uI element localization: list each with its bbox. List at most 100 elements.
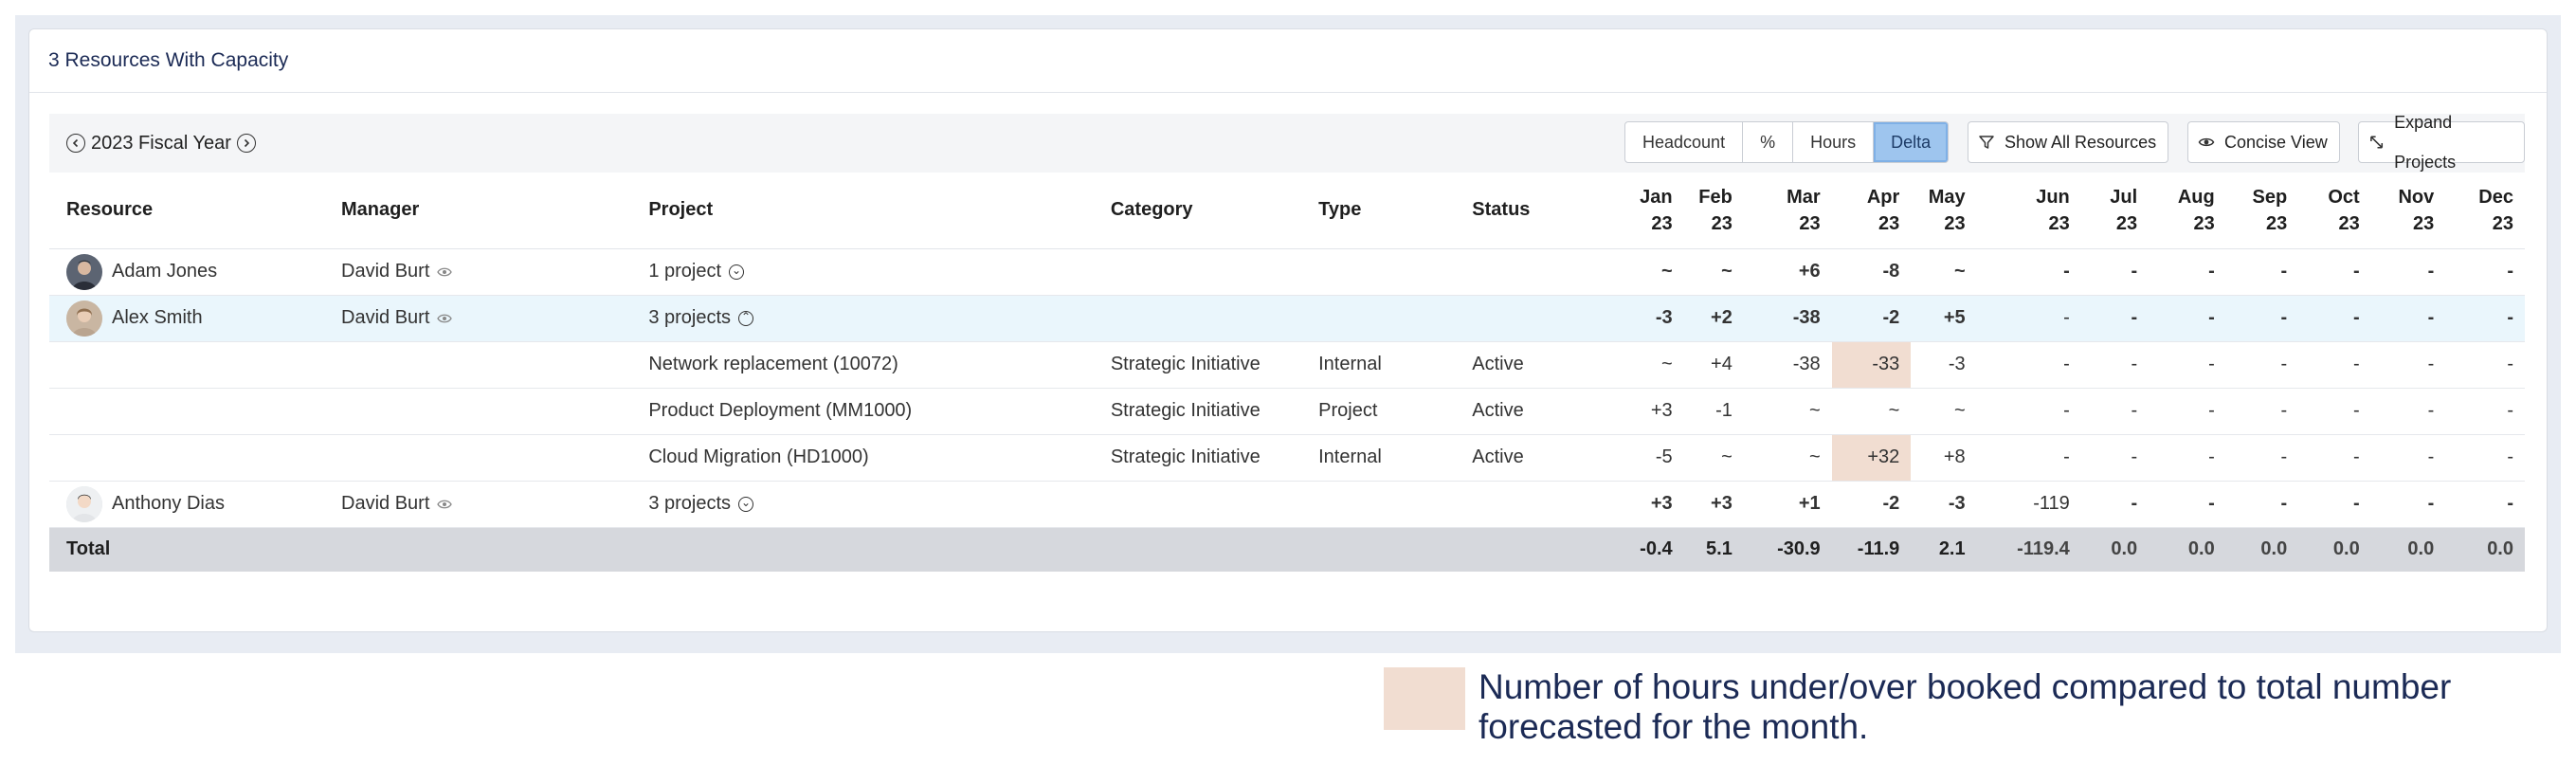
month-value: +2: [1683, 295, 1744, 342]
category-cell: Strategic Initiative: [1110, 388, 1319, 435]
month-year: 23: [2338, 212, 2360, 234]
month-value: -: [2370, 481, 2446, 528]
month-value: -1: [1683, 388, 1744, 435]
category-cell: Strategic Initiative: [1110, 341, 1319, 389]
month-value: -: [2370, 295, 2446, 342]
month-name: Jan: [1640, 186, 1673, 208]
month-value: -: [2225, 248, 2299, 296]
resource-cell: [49, 434, 341, 482]
project-name[interactable]: 3 projects: [648, 307, 731, 328]
view-manager-eye-icon[interactable]: [437, 499, 453, 510]
month-value: -3: [1911, 481, 1977, 528]
col-resource[interactable]: Resource: [49, 173, 341, 249]
mode-button-delta[interactable]: Delta: [1874, 122, 1949, 162]
project-row[interactable]: Network replacement (10072) Strategic Ini…: [49, 341, 2525, 389]
col-manager[interactable]: Manager: [341, 173, 649, 249]
resource-cell: Adam Jones: [49, 248, 341, 296]
month-value: -: [2445, 341, 2525, 389]
mode-button-hours[interactable]: Hours: [1793, 122, 1875, 162]
mode-button-headcount[interactable]: Headcount: [1625, 122, 1744, 162]
col-month[interactable]: Jul 23: [2080, 173, 2150, 249]
col-month[interactable]: Feb 23: [1683, 173, 1744, 249]
total-value: 0.0: [2298, 527, 2371, 572]
month-value: -: [2080, 388, 2150, 435]
month-value: -: [2149, 481, 2226, 528]
month-value: ~: [1911, 248, 1977, 296]
status-cell: [1472, 295, 1600, 342]
view-manager-eye-icon[interactable]: [437, 313, 453, 324]
month-name: Feb: [1698, 186, 1732, 208]
project-name[interactable]: 3 projects: [648, 493, 731, 514]
col-month[interactable]: Mar 23: [1743, 173, 1832, 249]
col-month[interactable]: Dec 23: [2445, 173, 2525, 249]
expand-projects-icon[interactable]: ⌄: [738, 496, 754, 512]
manager-cell: [341, 388, 649, 435]
col-type[interactable]: Type: [1318, 173, 1473, 249]
project-cell: Network replacement (10072): [648, 341, 1111, 389]
next-year-icon[interactable]: [236, 134, 256, 153]
col-month[interactable]: May 23: [1911, 173, 1977, 249]
avatar: [66, 300, 102, 337]
expand-projects-button[interactable]: Expand Projects: [2358, 113, 2525, 172]
project-cell: Cloud Migration (HD1000): [648, 434, 1111, 482]
month-value: -: [2225, 481, 2299, 528]
resource-row[interactable]: Alex Smith David Burt 3 projects ⌃ -3 +2 -38 -2…: [49, 295, 2525, 342]
month-value: -: [2149, 248, 2226, 296]
month-value: -: [2149, 434, 2226, 482]
month-value: -: [2080, 434, 2150, 482]
show-all-resources-button[interactable]: Show All Resources: [1968, 121, 2169, 163]
month-value: -: [2370, 434, 2446, 482]
col-month[interactable]: Jun 23: [1976, 173, 2081, 249]
resource-name[interactable]: Alex Smith: [112, 307, 203, 329]
resource-row[interactable]: Adam Jones David Burt 1 project ⌄ ~ ~ +6 -8 ~ - - -…: [49, 248, 2525, 296]
month-value: ~: [1599, 341, 1684, 389]
total-value: 0.0: [2225, 527, 2299, 572]
col-month[interactable]: Aug 23: [2149, 173, 2226, 249]
expand-projects-icon[interactable]: ⌄: [729, 264, 745, 280]
report-panel: 3 Resources With Capacity 2023 Fiscal Ye…: [15, 15, 2561, 653]
resource-name[interactable]: Anthony Dias: [112, 493, 225, 515]
concise-view-button[interactable]: Concise View: [2187, 121, 2340, 163]
project-cell: 3 projects ⌃: [648, 295, 1111, 342]
month-name: Nov: [2398, 186, 2435, 208]
capacity-table: Resource Manager Project Category Type S…: [49, 173, 2525, 572]
month-value: -: [2225, 434, 2299, 482]
month-name: Sep: [2252, 186, 2288, 208]
month-value: +3: [1599, 388, 1684, 435]
month-value: -: [2445, 295, 2525, 342]
month-name: May: [1928, 186, 1966, 208]
col-status[interactable]: Status: [1472, 173, 1600, 249]
resource-row[interactable]: Anthony Dias David Burt 3 projects ⌄ +3 +3 +1-…: [49, 481, 2525, 528]
month-year: 23: [1711, 212, 1732, 234]
col-month[interactable]: Sep 23: [2225, 173, 2299, 249]
total-value: 2.1: [1911, 527, 1977, 572]
mode-button-percent[interactable]: %: [1743, 122, 1794, 162]
col-month[interactable]: Oct 23: [2298, 173, 2371, 249]
month-value: -: [2149, 341, 2226, 389]
expand-projects-label: Expand Projects: [2394, 113, 2457, 172]
col-project[interactable]: Project: [648, 173, 1111, 249]
resource-name[interactable]: Adam Jones: [112, 261, 217, 282]
month-value: -: [2298, 481, 2371, 528]
project-cell: 1 project ⌄: [648, 248, 1111, 296]
project-name[interactable]: 1 project: [648, 261, 721, 282]
month-value: -3: [1599, 295, 1684, 342]
total-row: Total -0.4 5.1 -30.9 -11.9 2.1 -119.4 0.0 0.0 0.0…: [49, 527, 2525, 572]
project-row[interactable]: Cloud Migration (HD1000) Strategic Initia…: [49, 434, 2525, 482]
previous-year-icon[interactable]: [66, 134, 85, 153]
month-value: ~: [1831, 388, 1912, 435]
project-name: Product Deployment (MM1000): [648, 400, 913, 421]
manager-name: David Burt: [341, 307, 430, 328]
month-name: Dec: [2478, 186, 2513, 208]
view-manager-eye-icon[interactable]: [437, 266, 453, 278]
month-value: -3: [1911, 341, 1977, 389]
col-month[interactable]: Nov 23: [2370, 173, 2446, 249]
project-row[interactable]: Product Deployment (MM1000) Strategic Ini…: [49, 388, 2525, 435]
month-value: -: [1976, 295, 2081, 342]
manager-cell: [341, 434, 649, 482]
col-category[interactable]: Category: [1110, 173, 1319, 249]
col-month[interactable]: Jan 23: [1599, 173, 1684, 249]
collapse-projects-icon[interactable]: ⌃: [738, 310, 754, 326]
col-month[interactable]: Apr 23: [1831, 173, 1912, 249]
month-value: -: [2149, 295, 2226, 342]
